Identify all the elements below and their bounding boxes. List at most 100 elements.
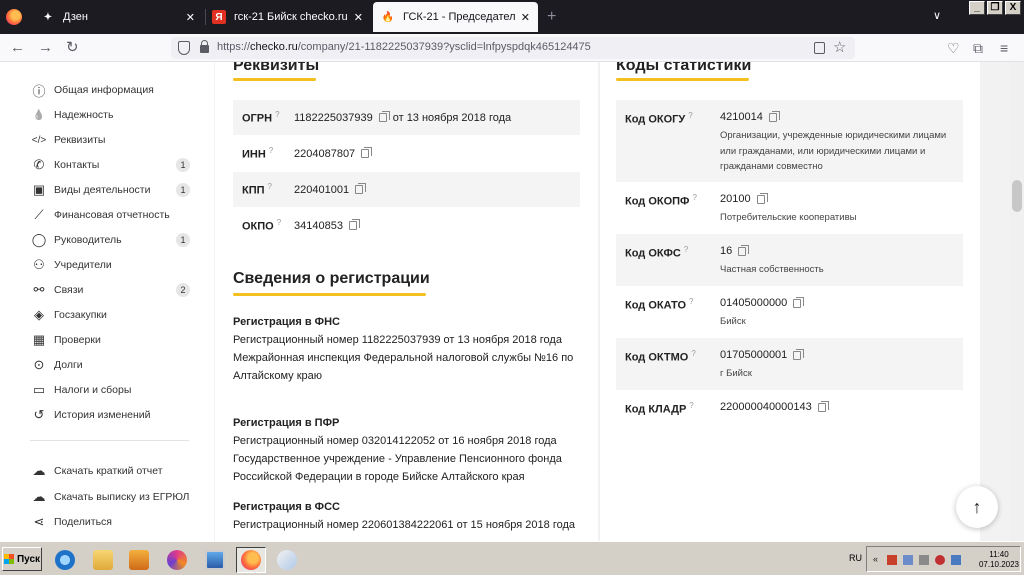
requisite-label: ОКПО?	[233, 218, 294, 233]
hint-icon[interactable]: ?	[277, 218, 281, 227]
pocket-icon[interactable]: ♡	[947, 40, 960, 56]
copy-icon[interactable]	[348, 219, 360, 231]
sidebar-item-reliability[interactable]: 💧 Надежность	[30, 105, 190, 125]
language-indicator[interactable]: RU	[849, 553, 862, 563]
taskbar-display[interactable]	[200, 547, 230, 573]
hint-icon[interactable]: ?	[689, 297, 693, 306]
reader-view-icon[interactable]	[814, 42, 825, 54]
sidebar-item-founders[interactable]: ⚇ Учредители	[30, 255, 190, 275]
action-label: Поделиться	[54, 516, 112, 528]
sidebar-item-taxes[interactable]: ▭ Налоги и сборы	[30, 380, 190, 400]
stat-label: Код ОКТМО?	[625, 349, 696, 364]
list-all-tabs-button[interactable]: ∨	[933, 9, 941, 22]
share-link[interactable]: ⋖ Поделиться	[30, 512, 190, 532]
copy-icon[interactable]	[793, 296, 805, 308]
download-egrul-extract-link[interactable]: ☁ Скачать выписку из ЕГРЮЛ	[30, 487, 190, 507]
security-icon[interactable]	[887, 555, 897, 565]
alert-icon[interactable]	[935, 555, 945, 565]
tab-checko-active[interactable]: 🔥 ГСК-21 - Председатель Конаров ✕	[373, 2, 538, 32]
code-text: 16	[720, 245, 733, 257]
page-scrollbar[interactable]	[1010, 62, 1024, 541]
hint-icon[interactable]: ?	[684, 245, 688, 254]
close-icon[interactable]: ✕	[521, 11, 530, 24]
copy-icon[interactable]	[817, 400, 829, 412]
taskbar-app-swirl[interactable]	[162, 547, 192, 573]
hint-icon[interactable]: ?	[275, 110, 279, 119]
tab-dzen[interactable]: ✦ Дзен ✕	[33, 2, 203, 32]
sidebar-item-financials[interactable]: ⟋ Финансовая отчетность	[30, 205, 190, 225]
sidebar-item-contacts[interactable]: ✆ Контакты 1	[30, 155, 190, 175]
requisite-value: 1182225037939 от 13 ноября 2018 года	[294, 111, 511, 124]
taskbar-explorer[interactable]	[88, 547, 118, 573]
volume-icon[interactable]	[919, 555, 929, 565]
start-button[interactable]: Пуск	[2, 547, 42, 571]
copy-icon[interactable]	[378, 111, 390, 123]
sidebar-item-requisites[interactable]: </> Реквизиты	[30, 130, 190, 150]
minimize-button[interactable]: _	[969, 1, 985, 15]
hint-icon[interactable]: ?	[268, 182, 272, 191]
taskbar-firefox[interactable]	[236, 547, 266, 573]
info-icon: ⓘ	[32, 83, 46, 99]
update-icon[interactable]	[951, 555, 961, 565]
people-icon: ⚇	[33, 257, 45, 272]
download-short-report-link[interactable]: ☁ Скачать краткий отчет	[30, 461, 190, 481]
hint-icon[interactable]: ?	[688, 111, 692, 120]
network-icon[interactable]	[903, 555, 913, 565]
sidebar-item-debts[interactable]: ⊙ Долги	[30, 355, 190, 375]
sidebar-item-label: История изменений	[54, 409, 151, 421]
forward-arrow-icon[interactable]: →	[38, 40, 53, 56]
sidebar-item-links[interactable]: ⚯ Связи 2	[30, 280, 190, 300]
url-text[interactable]: https://checko.ru/company/21-11822250379…	[217, 41, 591, 53]
new-tab-button[interactable]: +	[547, 8, 556, 26]
tracking-shield-icon[interactable]	[178, 41, 190, 55]
hint-icon[interactable]: ?	[691, 349, 695, 358]
firefox-menu-icon[interactable]	[6, 9, 22, 25]
start-label: Пуск	[16, 553, 41, 565]
requisite-value: 2204087807	[294, 147, 375, 160]
back-arrow-icon[interactable]: ←	[10, 40, 25, 56]
hint-icon[interactable]: ?	[692, 193, 696, 202]
stat-label: Код ОКОПФ?	[625, 193, 697, 208]
requisites-title: Реквизиты	[233, 62, 320, 74]
url-host: checko.ru	[250, 41, 298, 53]
scrollbar-thumb[interactable]	[1012, 180, 1022, 212]
requisite-row-kpp: КПП? 220401001	[233, 172, 580, 207]
bookmark-star-icon[interactable]: ☆	[833, 38, 846, 56]
taskbar-ie[interactable]	[50, 547, 80, 573]
code-text: 220000040000143	[720, 401, 812, 413]
paint-icon	[277, 550, 297, 570]
code-text: 20100	[720, 193, 751, 205]
taskbar-media-player[interactable]	[124, 547, 154, 573]
copy-icon[interactable]	[738, 244, 750, 256]
sidebar-item-general-info[interactable]: ⓘ Общая информация	[30, 80, 190, 100]
copy-icon[interactable]	[793, 348, 805, 360]
sidebar-item-procurement[interactable]: ◈ Госзакупки	[30, 305, 190, 325]
reload-icon[interactable]: ↻	[66, 40, 79, 56]
sidebar-item-activities[interactable]: ▣ Виды деятельности 1	[30, 180, 190, 200]
copy-icon[interactable]	[361, 147, 373, 159]
copy-icon[interactable]	[355, 183, 367, 195]
extensions-icon[interactable]: ⧉	[973, 40, 983, 56]
menu-icon[interactable]: ≡	[1000, 40, 1008, 56]
sidebar-item-history[interactable]: ↺ История изменений	[30, 405, 190, 425]
sidebar-item-inspections[interactable]: ▦ Проверки	[30, 330, 190, 350]
hint-icon[interactable]: ?	[689, 401, 693, 410]
hint-icon[interactable]: ?	[269, 146, 273, 155]
clock[interactable]: 11:40 07.10.2023	[977, 550, 1021, 570]
maximize-button[interactable]: ❐	[987, 1, 1003, 15]
clock-date: 07.10.2023	[978, 560, 1020, 569]
tray-expand-icon[interactable]: «	[873, 554, 878, 564]
sidebar-item-director[interactable]: ◯ Руководитель 1	[30, 230, 190, 250]
stat-code: 01405000000	[720, 296, 807, 309]
url-bar[interactable]: https://checko.ru/company/21-11822250379…	[171, 37, 855, 59]
copy-icon[interactable]	[768, 110, 780, 122]
taskbar-paint[interactable]	[272, 547, 302, 573]
close-window-button[interactable]: X	[1005, 1, 1021, 15]
copy-icon[interactable]	[756, 192, 768, 204]
close-icon[interactable]: ✕	[186, 11, 195, 24]
lock-icon[interactable]	[200, 40, 209, 53]
scroll-to-top-button[interactable]: ↑	[956, 486, 998, 528]
close-icon[interactable]: ✕	[354, 11, 363, 24]
tab-yandex-search[interactable]: Я гск-21 Бийск checko.ru — Яндекс ✕	[204, 2, 371, 32]
sidebar: ⓘ Общая информация 💧 Надежность </> Рекв…	[0, 62, 214, 541]
